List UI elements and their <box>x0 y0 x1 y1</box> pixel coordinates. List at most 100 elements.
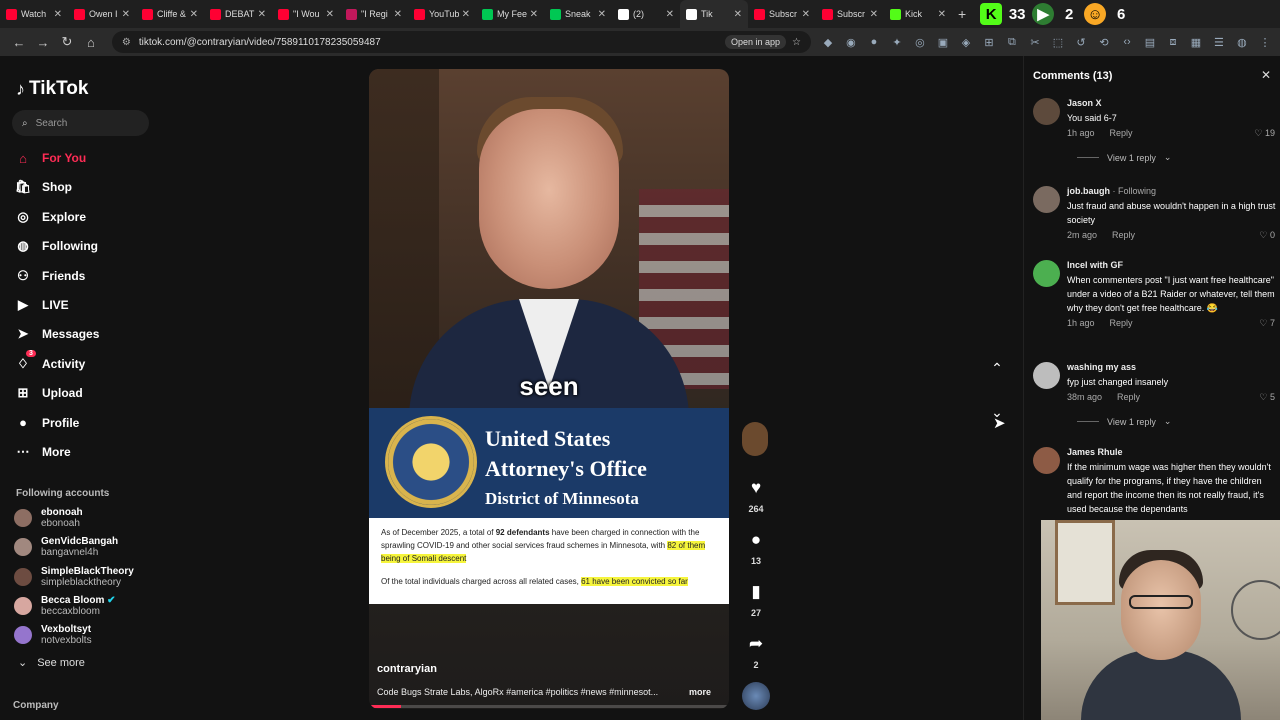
reply-button[interactable]: Reply <box>1112 230 1135 240</box>
address-bar[interactable]: ⚙ tiktok.com/@contraryian/video/75891101… <box>111 31 811 53</box>
previous-video-button[interactable]: ⌃ <box>984 355 1010 381</box>
comment-like-button[interactable]: ♡ 7 <box>1259 318 1275 329</box>
following-account[interactable]: Becca Bloom ✔ beccaxbloom <box>14 592 116 620</box>
close-tab-icon[interactable]: ✕ <box>258 9 266 20</box>
close-tab-icon[interactable]: ✕ <box>666 9 674 20</box>
video-username[interactable]: contraryian <box>377 663 437 675</box>
back-icon[interactable]: ← <box>8 31 30 53</box>
more-button[interactable]: more <box>689 687 711 697</box>
emoji-extension-icon[interactable]: ☺ <box>1084 3 1107 25</box>
sidebar-item-upload[interactable]: ⊞ Upload <box>14 382 83 404</box>
comment-author[interactable]: Jason X <box>1067 98 1102 108</box>
browser-tab[interactable]: "I Wou ✕ <box>272 0 340 28</box>
browser-tab[interactable]: "I Regi ✕ <box>340 0 408 28</box>
close-icon[interactable]: ✕ <box>1261 68 1271 82</box>
browser-tab[interactable]: Tik ✕ <box>680 0 748 28</box>
browser-tab[interactable]: Owen I ✕ <box>68 0 136 28</box>
new-tab-icon[interactable]: + <box>958 6 966 22</box>
sidebar-item-following[interactable]: ◍ Following <box>14 235 98 257</box>
extension-icon[interactable]: ✦ <box>890 35 904 49</box>
following-account[interactable]: ebonoah ebonoah <box>14 504 83 532</box>
see-more-button[interactable]: ⌄ See more <box>18 656 85 670</box>
close-tab-icon[interactable]: ✕ <box>802 9 810 20</box>
close-tab-icon[interactable]: ✕ <box>326 9 334 20</box>
save-button[interactable]: ▮ 27 <box>740 578 772 618</box>
following-account[interactable]: SimpleBlackTheory simpleblacktheory <box>14 563 134 591</box>
extension-icon[interactable]: ▦ <box>1189 35 1203 49</box>
close-tab-icon[interactable]: ✕ <box>190 9 198 20</box>
history-icon[interactable]: ↺ <box>1074 35 1088 49</box>
play-extension-icon[interactable]: ▶ <box>1032 3 1055 25</box>
home-icon[interactable]: ⌂ <box>80 31 102 53</box>
reload-icon[interactable]: ↻ <box>56 31 78 53</box>
comment-author[interactable]: washing my ass <box>1067 362 1136 372</box>
sidebar-item-messages[interactable]: ➤ Messages <box>14 323 100 345</box>
extension-icon[interactable]: ● <box>867 35 881 49</box>
kick-extension-icon[interactable]: K <box>980 3 1003 25</box>
reply-button[interactable]: Reply <box>1110 128 1133 138</box>
following-account[interactable]: Vexboltsyt notvexbolts <box>14 621 92 649</box>
close-tab-icon[interactable]: ✕ <box>54 9 62 20</box>
share-button[interactable]: ➦ 2 <box>740 630 772 670</box>
profile-avatar-icon[interactable]: ◍ <box>1235 35 1249 49</box>
search-input[interactable]: ⌕ Search <box>12 110 149 136</box>
close-tab-icon[interactable]: ✕ <box>870 9 878 20</box>
tiktok-logo[interactable]: ♪ TikTok <box>16 78 88 100</box>
sidebar-item-shop[interactable]: 🛍 Shop <box>14 176 72 198</box>
reply-button[interactable]: Reply <box>1110 318 1133 328</box>
comment-like-button[interactable]: ♡ 19 <box>1254 128 1275 139</box>
reply-button[interactable]: Reply <box>1117 392 1140 402</box>
browser-tab[interactable]: Subscr ✕ <box>816 0 884 28</box>
video-progress-bar[interactable] <box>369 705 729 708</box>
browser-tab[interactable]: YouTub ✕ <box>408 0 476 28</box>
close-tab-icon[interactable]: ✕ <box>938 9 946 20</box>
extension-icon[interactable]: ⧈ <box>1166 35 1180 49</box>
close-tab-icon[interactable]: ✕ <box>530 9 538 20</box>
avatar[interactable] <box>1033 186 1060 213</box>
sidebar-item-profile[interactable]: ● Profile <box>14 412 79 434</box>
comment-like-button[interactable]: ♡ 0 <box>1259 230 1275 241</box>
site-info-icon[interactable]: ⚙ <box>122 37 131 48</box>
avatar[interactable] <box>1033 447 1060 474</box>
browser-tab[interactable]: My Fee ✕ <box>476 0 544 28</box>
sidebar-item-activity[interactable]: ♢ Activity 3 <box>14 349 85 375</box>
browser-tab[interactable]: (2) ✕ <box>612 0 680 28</box>
extension-icon[interactable]: ◈ <box>959 35 973 49</box>
comment-author[interactable]: Incel with GF <box>1067 260 1123 270</box>
code-icon[interactable]: ‹› <box>1120 35 1134 49</box>
browser-tab[interactable]: DEBATI ✕ <box>204 0 272 28</box>
sidebar-item-live[interactable]: ▶ LIVE <box>14 294 69 316</box>
browser-tab[interactable]: Cliffe & ✕ <box>136 0 204 28</box>
avatar[interactable] <box>1033 260 1060 287</box>
close-tab-icon[interactable]: ✕ <box>462 9 470 20</box>
extension-icon[interactable]: ⟲ <box>1097 35 1111 49</box>
following-account[interactable]: GenVidcBangah bangavnel4h <box>14 533 118 561</box>
comment-button[interactable]: ● 13 <box>740 526 772 566</box>
company-link[interactable]: Company <box>13 700 59 711</box>
creator-avatar[interactable] <box>742 422 768 456</box>
close-tab-icon[interactable]: ✕ <box>598 9 606 20</box>
avatar[interactable] <box>1033 98 1060 125</box>
extension-icon[interactable]: ☰ <box>1212 35 1226 49</box>
like-button[interactable]: ♥ 264 <box>740 474 772 514</box>
music-disc-icon[interactable] <box>742 682 770 710</box>
close-tab-icon[interactable]: ✕ <box>122 9 130 20</box>
extension-icon[interactable]: ◆ <box>821 35 835 49</box>
sidebar-item-explore[interactable]: ◎ Explore <box>14 206 86 228</box>
video-player[interactable]: seen United States Attorney's Office Dis… <box>369 69 729 709</box>
forward-icon[interactable]: → <box>32 31 54 53</box>
comment-author[interactable]: job.baugh · Following <box>1067 186 1156 196</box>
browser-tab[interactable]: Kick ✕ <box>884 0 952 28</box>
url-text[interactable]: tiktok.com/@contraryian/video/7589110178… <box>139 37 725 48</box>
extension-icon[interactable]: ✂ <box>1028 35 1042 49</box>
sidebar-item-for-you[interactable]: ⌂ For You <box>14 147 86 169</box>
extension-icon[interactable]: ▣ <box>936 35 950 49</box>
close-tab-icon[interactable]: ✕ <box>394 9 402 20</box>
close-tab-icon[interactable]: ✕ <box>734 9 742 20</box>
sidebar-item-more[interactable]: ⋯ More <box>14 441 71 463</box>
extension-icon[interactable]: ▤ <box>1143 35 1157 49</box>
browser-tab[interactable]: Sneak ✕ <box>544 0 612 28</box>
avatar[interactable] <box>1033 362 1060 389</box>
extension-icon[interactable]: ⬚ <box>1051 35 1065 49</box>
browser-menu-icon[interactable]: ⋮ <box>1258 35 1272 49</box>
